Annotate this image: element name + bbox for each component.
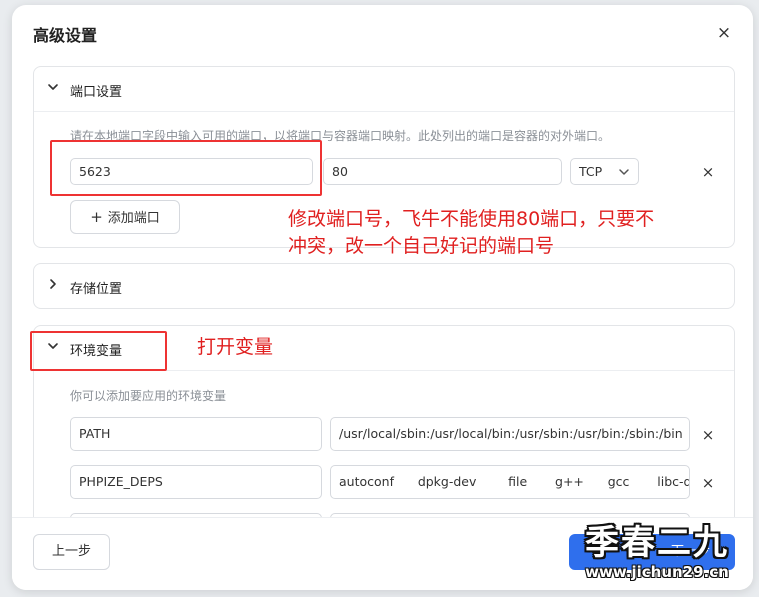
plus-icon: + [90,208,103,226]
storage-section-title: 存储位置 [70,282,123,297]
port-annotation-line2: 冲突，改一个自己好记的端口号 [288,235,555,257]
port-section-title: 端口设置 [70,85,123,100]
remove-env-icon[interactable]: × [699,474,717,492]
remove-env-icon[interactable]: × [699,426,717,444]
container-port-input[interactable]: 80 [323,158,562,185]
add-port-button[interactable]: + 添加端口 [70,200,180,234]
dialog-title: 高级设置 [33,26,98,45]
chevron-down-icon [48,84,58,90]
storage-section: 存储位置 [33,263,735,309]
watermark-brand: 季春二九 [585,523,729,563]
protocol-value: TCP [579,164,603,179]
remove-port-icon[interactable]: × [699,163,717,181]
annotation-highlight-box [50,140,322,196]
annotation-highlight-box [30,331,167,371]
env-value-input[interactable]: /usr/local/sbin:/usr/local/bin:/usr/sbin… [330,417,690,451]
divider [12,517,753,518]
protocol-select[interactable]: TCP [570,158,639,185]
env-name-input[interactable]: PHPIZE_DEPS [70,465,322,499]
chevron-right-icon [50,279,56,289]
env-value-input[interactable]: autoconf dpkg-dev file g++ gcc libc-dev [330,465,690,499]
watermark-logo: 季春二九 www.jichun29.cn [567,523,747,581]
storage-section-header[interactable]: 存储位置 [34,264,734,308]
advanced-settings-dialog: 高级设置 × 端口设置 请在本地端口字段中输入可用的端口，以将端口与容器端口映射… [12,5,753,590]
port-section-header[interactable]: 端口设置 [34,67,734,111]
close-icon[interactable]: × [714,23,734,43]
env-annotation: 打开变量 [197,336,274,358]
env-name-input[interactable]: PATH [70,417,322,451]
port-annotation-line1: 修改端口号，飞牛不能使用80端口，只要不 [288,208,655,230]
previous-step-button[interactable]: 上一步 [33,534,110,570]
divider [34,111,734,112]
env-description: 你可以添加要应用的环境变量 [70,389,227,403]
watermark-url: www.jichun29.cn [585,563,729,581]
chevron-down-icon [619,169,629,175]
add-port-label: 添加端口 [107,211,160,226]
